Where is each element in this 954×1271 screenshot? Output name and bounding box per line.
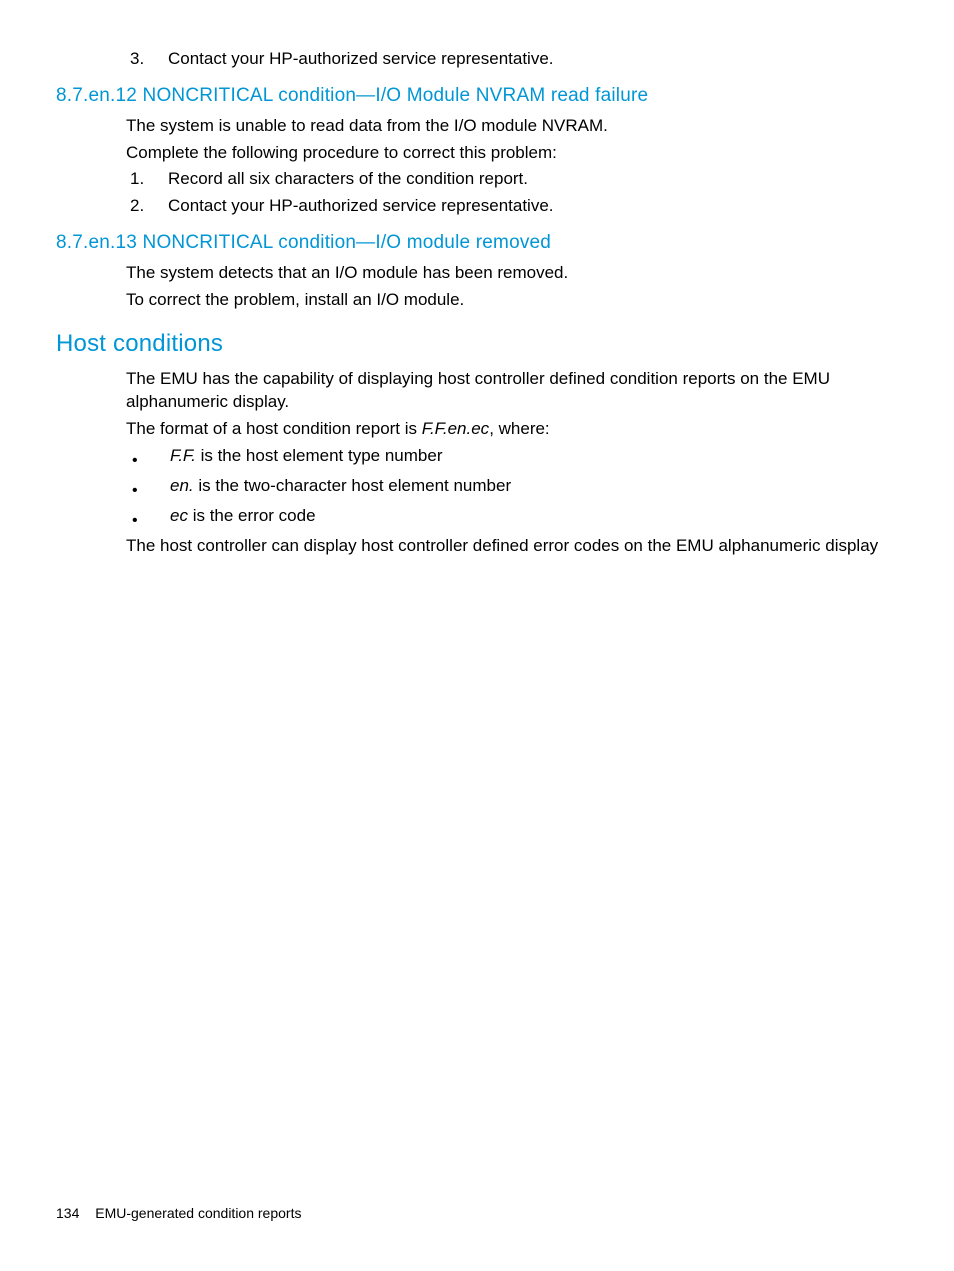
section-body-13: The system detects that an I/O module ha… [126,262,898,312]
paragraph: The system detects that an I/O module ha… [126,262,898,285]
list-number: 2. [126,195,168,218]
list-number: 1. [126,168,168,191]
text-pre: The format of a host condition report is [126,419,422,438]
list-text: F.F. is the host element type number [170,445,898,469]
list-text: Contact your HP-authorized service repre… [168,48,898,71]
continued-list-block: 3. Contact your HP-authorized service re… [126,48,898,71]
term-rest: is the host element type number [196,446,443,465]
list-text: en. is the two-character host element nu… [170,475,898,499]
list-number: 3. [126,48,168,71]
list-item: en. is the two-character host element nu… [126,475,898,499]
bullet-icon [126,445,170,469]
paragraph: Complete the following procedure to corr… [126,142,898,165]
numbered-list-top: 3. Contact your HP-authorized service re… [126,48,898,71]
subheading-8-7-en-13: 8.7.en.13 NONCRITICAL condition—I/O modu… [56,230,898,256]
bullet-list-host: F.F. is the host element type number en.… [126,445,898,529]
list-item: 2. Contact your HP-authorized service re… [126,195,898,218]
section-body-12: The system is unable to read data from t… [126,115,898,219]
list-text: Record all six characters of the conditi… [168,168,898,191]
page-content: 3. Contact your HP-authorized service re… [0,0,954,558]
format-code-italic: F.F.en.ec [422,419,489,438]
paragraph: The system is unable to read data from t… [126,115,898,138]
paragraph: To correct the problem, install an I/O m… [126,289,898,312]
section-heading-host-conditions: Host conditions [56,328,898,360]
list-item: F.F. is the host element type number [126,445,898,469]
italic-term: F.F. [170,446,196,465]
list-item: 3. Contact your HP-authorized service re… [126,48,898,71]
bullet-icon [126,505,170,529]
subheading-8-7-en-12: 8.7.en.12 NONCRITICAL condition—I/O Modu… [56,83,898,109]
page-footer: 134 EMU-generated condition reports [56,1204,301,1223]
section-body-host: The EMU has the capability of displaying… [126,368,898,558]
footer-title: EMU-generated condition reports [95,1205,301,1221]
numbered-list-12: 1. Record all six characters of the cond… [126,168,898,218]
italic-term: ec [170,506,188,525]
list-text: ec is the error code [170,505,898,529]
bullet-icon [126,475,170,499]
paragraph: The host controller can display host con… [126,535,898,558]
paragraph: The EMU has the capability of displaying… [126,368,898,414]
italic-term: en. [170,476,194,495]
page-number: 134 [56,1205,79,1221]
list-item: ec is the error code [126,505,898,529]
list-text: Contact your HP-authorized service repre… [168,195,898,218]
term-rest: is the error code [188,506,316,525]
paragraph-format: The format of a host condition report is… [126,418,898,441]
text-post: , where: [489,419,549,438]
list-item: 1. Record all six characters of the cond… [126,168,898,191]
term-rest: is the two-character host element number [194,476,511,495]
